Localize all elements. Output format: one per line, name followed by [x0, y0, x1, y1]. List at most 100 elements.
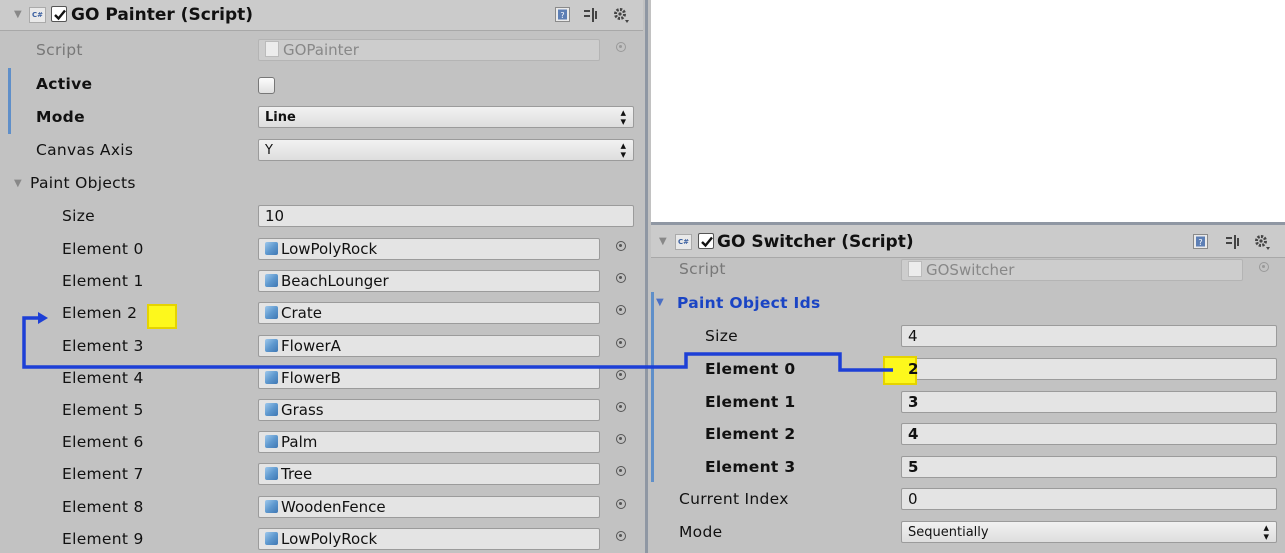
element-label-text: Element 4: [62, 368, 144, 387]
object-picker-icon[interactable]: [616, 273, 626, 284]
size-label: Size: [705, 327, 739, 345]
object-field[interactable]: LowPolyRock: [258, 238, 600, 260]
go-painter-header[interactable]: ▼ C# GO Painter (Script) ?: [0, 0, 643, 31]
mode-dropdown[interactable]: Line ▴ ▾: [258, 106, 634, 128]
checkmark-icon: [54, 9, 66, 21]
component-title: GO Switcher (Script): [717, 232, 914, 252]
paint-object-ids-foldout[interactable]: ▼ Paint Object Ids: [651, 288, 1285, 320]
canvas-axis-dropdown[interactable]: Y ▴ ▾: [258, 139, 634, 161]
scrollbar[interactable]: [645, 0, 648, 553]
id-field[interactable]: 3: [901, 390, 1277, 413]
current-index-field[interactable]: 0: [901, 488, 1277, 510]
id-value: 4: [908, 425, 919, 443]
component-title: GO Painter (Script): [71, 5, 254, 25]
object-value: Tree: [281, 465, 313, 484]
script-field: GOSwitcher: [901, 259, 1243, 281]
object-field[interactable]: FlowerB: [258, 366, 600, 389]
id-field[interactable]: 4: [901, 423, 1277, 445]
paint-objects-foldout[interactable]: ▼ Paint Objects: [0, 168, 643, 200]
prefab-cube-icon: [265, 338, 278, 352]
svg-text:?: ?: [560, 11, 564, 20]
help-book-icon[interactable]: ?: [1193, 234, 1208, 249]
object-value: FlowerB: [281, 368, 341, 387]
object-picker-icon[interactable]: [616, 434, 626, 445]
object-picker-icon[interactable]: [616, 530, 626, 541]
id-field[interactable]: 5: [901, 455, 1277, 478]
preset-icon[interactable]: [583, 8, 598, 22]
object-picker-icon[interactable]: [616, 402, 626, 412]
object-picker-icon[interactable]: [616, 241, 626, 251]
prefab-cube-icon: [265, 242, 278, 255]
element-label-text: Element 0: [62, 240, 144, 258]
element-label-text: Elemen: [62, 304, 122, 323]
element-label: Element 3: [705, 457, 796, 476]
foldout-toggle-icon[interactable]: ▼: [659, 236, 670, 247]
size-field[interactable]: 10: [258, 205, 634, 227]
object-picker-icon[interactable]: [616, 498, 626, 509]
active-row: Active: [0, 69, 643, 101]
object-picker-icon[interactable]: [616, 337, 626, 348]
go-switcher-inspector: ▼ C# GO Switcher (Script) ? Script GOSwi…: [651, 222, 1285, 553]
object-field[interactable]: Palm: [258, 431, 600, 454]
active-checkbox[interactable]: [258, 77, 275, 94]
active-label: Active: [36, 75, 93, 93]
element-label: Element 6: [62, 433, 144, 451]
element-label-text: Element 5: [62, 401, 144, 419]
element-label: Element 0: [705, 360, 796, 378]
object-field[interactable]: Tree: [258, 463, 600, 486]
object-value: Crate: [281, 304, 322, 323]
size-row: Size 4: [651, 321, 1285, 353]
element-label-text: Element 7: [62, 465, 144, 484]
dropdown-arrow-icon: ▴ ▾: [1263, 521, 1269, 543]
size-field[interactable]: 4: [901, 325, 1277, 347]
help-book-icon[interactable]: ?: [555, 7, 570, 22]
element-label: Element 7: [62, 465, 144, 483]
object-field[interactable]: FlowerA: [258, 334, 600, 357]
svg-text:?: ?: [1198, 238, 1202, 247]
list-item: Element 9 LowPolyRock: [0, 524, 643, 553]
foldout-toggle-icon[interactable]: ▼: [656, 297, 667, 308]
prefab-cube-icon: [265, 435, 278, 449]
object-field[interactable]: Grass: [258, 399, 600, 421]
prefab-cube-icon: [265, 499, 278, 513]
element-label: Element 2: [705, 425, 796, 443]
foldout-toggle-icon[interactable]: ▼: [14, 178, 25, 189]
object-value: FlowerA: [281, 336, 341, 355]
list-item: Element 6 Palm: [0, 427, 643, 459]
object-picker-icon: [616, 42, 626, 52]
id-value: 5: [908, 457, 919, 476]
element-label-text: Element 1: [62, 272, 144, 291]
list-item: Element 0 LowPolyRock: [0, 234, 643, 266]
prefab-cube-icon: [265, 306, 278, 320]
list-item: Element 4 FlowerB: [0, 363, 643, 395]
gear-icon[interactable]: [1253, 233, 1271, 251]
list-item: Element 1 3: [651, 387, 1285, 419]
id-value: 3: [908, 392, 919, 411]
foldout-toggle-icon[interactable]: ▼: [14, 9, 25, 20]
id-field[interactable]: 2: [901, 358, 1277, 380]
object-field[interactable]: WoodenFence: [258, 495, 600, 518]
list-item: Element 3 5: [651, 452, 1285, 484]
object-field[interactable]: Crate: [258, 302, 600, 325]
object-picker-icon[interactable]: [616, 305, 626, 316]
dropdown-arrow-icon: ▴ ▾: [620, 139, 626, 161]
mode-dropdown[interactable]: Sequentially ▴ ▾: [901, 521, 1277, 543]
dropdown-arrow-icon: ▴ ▾: [620, 106, 626, 128]
script-value: GOPainter: [283, 41, 359, 59]
element-label-text: Element 8: [62, 497, 144, 516]
object-value: Grass: [281, 401, 324, 419]
gear-icon[interactable]: [612, 6, 630, 24]
object-field[interactable]: LowPolyRock: [258, 527, 600, 550]
object-field[interactable]: BeachLounger: [258, 270, 600, 293]
object-picker-icon[interactable]: [616, 369, 626, 380]
object-picker-icon[interactable]: [616, 466, 626, 477]
enabled-checkbox[interactable]: [698, 233, 714, 249]
go-switcher-header[interactable]: ▼ C# GO Switcher (Script) ?: [651, 222, 1285, 258]
checkmark-icon: [701, 236, 713, 248]
enabled-checkbox[interactable]: [51, 6, 67, 22]
element-label-text: Element 3: [62, 336, 144, 355]
preset-icon[interactable]: [1225, 235, 1240, 249]
object-value: BeachLounger: [281, 272, 389, 291]
script-file-icon: [908, 261, 922, 277]
list-item: Element 0 2: [651, 354, 1285, 386]
